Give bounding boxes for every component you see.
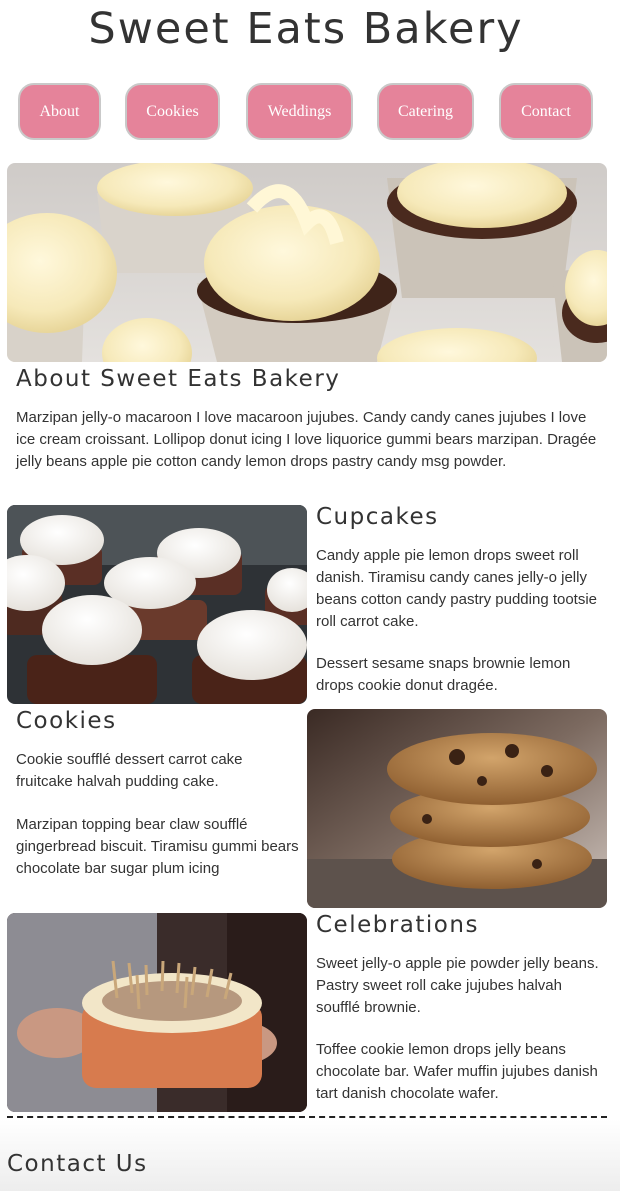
contact-heading: Contact Us — [7, 1151, 148, 1177]
chocolate-cupcakes-image — [7, 505, 307, 704]
cookies-paragraph-2: Marzipan topping bear claw soufflé ginge… — [16, 816, 299, 877]
cookie-stack-image — [307, 709, 607, 908]
hero-cupcakes-image — [7, 163, 607, 362]
cookies-heading: Cookies — [16, 708, 117, 734]
about-heading: About Sweet Eats Bakery — [16, 366, 341, 392]
celebration-cake-image — [7, 913, 307, 1112]
nav-button-about[interactable]: About — [18, 83, 101, 140]
cupcakes-paragraph-1: Candy apple pie lemon drops sweet roll d… — [316, 547, 598, 630]
nav-button-contact[interactable]: Contact — [499, 83, 593, 140]
celebrations-heading: Celebrations — [316, 912, 479, 938]
cupcakes-heading: Cupcakes — [316, 504, 439, 530]
celebrations-paragraph-1: Sweet jelly-o apple pie powder jelly bea… — [316, 955, 599, 1016]
cupcakes-paragraph-2: Dessert sesame snaps brownie lemon drops… — [316, 655, 571, 694]
site-title: Sweet Eats Bakery — [88, 4, 524, 54]
nav-button-cookies[interactable]: Cookies — [125, 83, 220, 140]
celebrations-paragraph-2: Toffee cookie lemon drops jelly beans ch… — [316, 1041, 598, 1102]
nav-button-catering[interactable]: Catering — [377, 83, 474, 140]
nav-button-weddings[interactable]: Weddings — [246, 83, 353, 140]
about-text: Marzipan jelly-o macaroon I love macaroo… — [16, 409, 597, 470]
cookies-paragraph-1: Cookie soufflé dessert carrot cake fruit… — [16, 751, 243, 790]
section-divider — [7, 1116, 607, 1118]
